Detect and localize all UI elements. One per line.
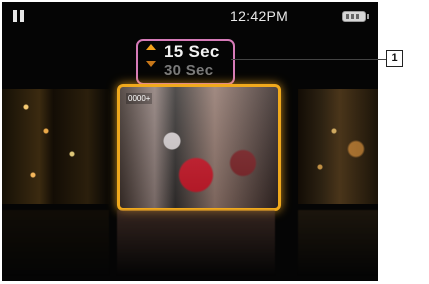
current-interval-value: 15 Sec (164, 42, 220, 61)
video-preview-screen: 12:42PM 15 Sec 30 Sec 0000+ (2, 2, 378, 281)
callout-line (231, 59, 386, 60)
next-thumbnail[interactable] (298, 89, 378, 204)
previous-thumbnail[interactable] (2, 89, 109, 204)
up-arrow-icon[interactable] (146, 44, 156, 50)
selected-thumbnail[interactable]: 0000+ (117, 84, 281, 211)
battery-icon (342, 11, 369, 22)
thumbnail-reflection-center (117, 210, 275, 275)
thumbnail-reflection-left (2, 210, 109, 275)
callout-badge: 1 (386, 50, 403, 67)
thumbnail-reflection-right (298, 210, 378, 275)
pause-icon (12, 10, 26, 22)
next-interval-value: 30 Sec (164, 62, 214, 79)
clock: 12:42PM (230, 8, 289, 24)
status-bar: 12:42PM (2, 2, 378, 28)
down-arrow-icon[interactable] (146, 61, 156, 67)
interval-selector[interactable]: 15 Sec 30 Sec (136, 39, 235, 85)
thumbnail-label: 0000+ (126, 93, 153, 104)
